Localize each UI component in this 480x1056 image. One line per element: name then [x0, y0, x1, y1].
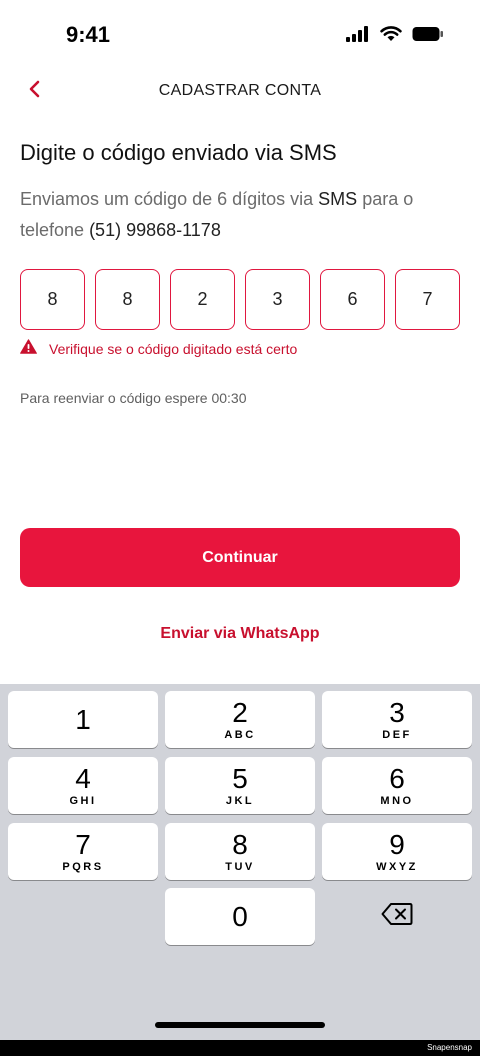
key-number: 1: [75, 703, 91, 735]
warning-icon: [20, 339, 37, 359]
phone-number: (51) 99868-1178: [89, 220, 221, 240]
code-digit-input[interactable]: 2: [170, 269, 235, 330]
subtitle-text-before: Enviamos um código de 6 dígitos via: [20, 189, 319, 209]
key-4[interactable]: 4 GHI: [8, 757, 158, 814]
wifi-icon: [380, 26, 402, 47]
code-input-row: 8 8 2 3 6 7: [20, 269, 460, 330]
key-number: 4: [75, 763, 91, 794]
backspace-icon: [381, 902, 413, 931]
key-number: 5: [232, 763, 248, 794]
status-time: 9:41: [66, 22, 111, 47]
code-digit-input[interactable]: 8: [20, 269, 85, 330]
key-letters: TUV: [225, 861, 255, 873]
key-letters: PQRS: [62, 861, 104, 873]
key-letters: GHI: [69, 795, 97, 807]
key-number: 3: [389, 697, 405, 728]
page-title: CADASTRAR CONTA: [158, 82, 322, 99]
key-letters: DEF: [382, 729, 412, 741]
subtitle-channel: SMS: [318, 189, 358, 209]
key-9[interactable]: 9 WXYZ: [322, 823, 472, 880]
error-text: Verifique se o código digitado está cert…: [49, 341, 298, 357]
resend-countdown: Para reenviar o código espere 00:30: [20, 390, 247, 406]
key-number: 0: [232, 900, 248, 932]
signal-icon: [346, 26, 370, 47]
continue-button[interactable]: Continuar: [20, 528, 460, 587]
key-letters: MNO: [380, 795, 414, 807]
key-number: 8: [232, 829, 248, 860]
header: CADASTRAR CONTA: [0, 72, 480, 112]
battery-icon: [412, 26, 444, 47]
heading: Digite o código enviado via SMS: [20, 140, 337, 165]
key-5[interactable]: 5 JKL: [165, 757, 315, 814]
code-digit-input[interactable]: 8: [95, 269, 160, 330]
key-number: 2: [232, 697, 248, 728]
key-letters: JKL: [225, 795, 255, 807]
footer-watermark: Snapensnap: [427, 1043, 472, 1052]
key-6[interactable]: 6 MNO: [322, 757, 472, 814]
subtitle: Enviamos um código de 6 dígitos via SMS …: [20, 184, 460, 246]
key-7[interactable]: 7 PQRS: [8, 823, 158, 880]
key-letters: ABC: [224, 729, 256, 741]
home-indicator: [155, 1022, 325, 1028]
error-message: Verifique se o código digitado está cert…: [20, 339, 297, 359]
key-1[interactable]: 1: [8, 691, 158, 748]
key-3[interactable]: 3 DEF: [322, 691, 472, 748]
status-bar: 9:41: [0, 0, 480, 72]
status-icons: [346, 26, 444, 47]
code-digit-input[interactable]: 7: [395, 269, 460, 330]
key-number: 7: [75, 829, 91, 860]
code-digit-input[interactable]: 6: [320, 269, 385, 330]
footer-bar: Snapensnap: [0, 1040, 480, 1056]
key-2[interactable]: 2 ABC: [165, 691, 315, 748]
code-digit-input[interactable]: 3: [245, 269, 310, 330]
key-8[interactable]: 8 TUV: [165, 823, 315, 880]
key-number: 6: [389, 763, 405, 794]
key-letters: WXYZ: [376, 861, 418, 873]
key-number: 9: [389, 829, 405, 860]
delete-key[interactable]: [322, 888, 472, 945]
send-via-whatsapp-link[interactable]: Enviar via WhatsApp: [0, 625, 480, 643]
key-0[interactable]: 0: [165, 888, 315, 945]
